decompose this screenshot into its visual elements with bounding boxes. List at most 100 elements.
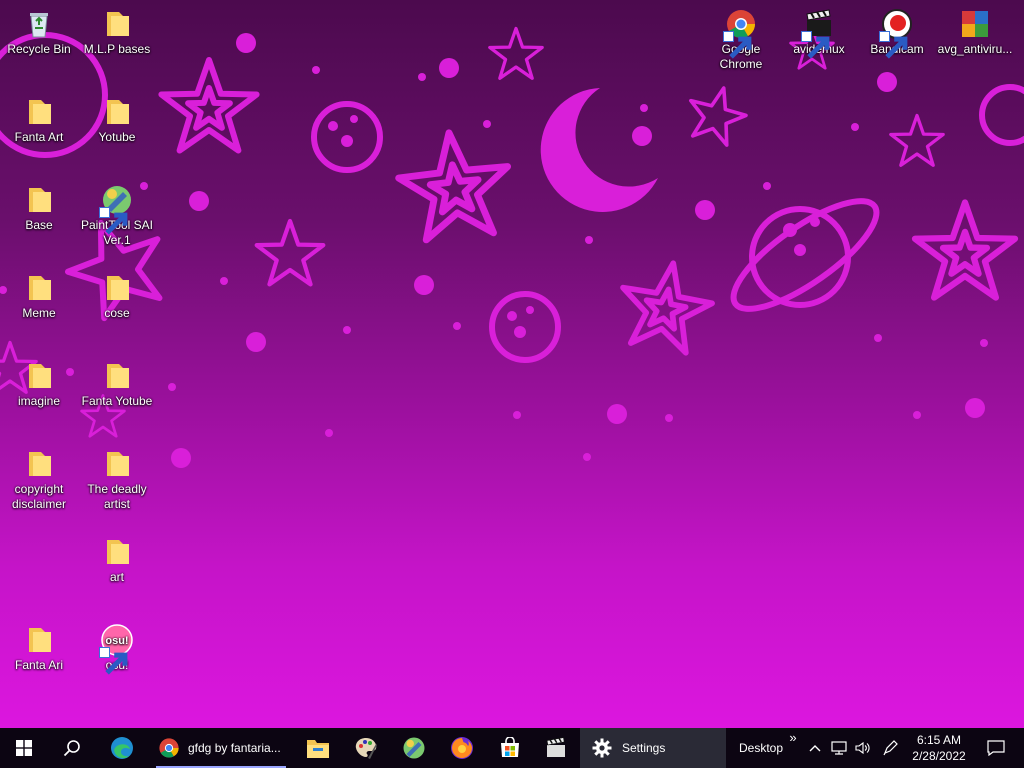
desktop-icon-label: copyright disclaimer xyxy=(11,482,66,511)
desktop-icon-label: Base xyxy=(25,218,53,232)
desktop-icon-painttool-sai[interactable]: PaintTool SAI Ver.1 xyxy=(78,184,156,248)
folder-icon xyxy=(101,360,133,392)
windows-start-icon xyxy=(16,740,32,756)
desktop-icon-label: avg_antiviru... xyxy=(937,42,1013,56)
desktop-icon-label: Meme xyxy=(22,306,56,320)
desktop-icon-label: Fanta Ari xyxy=(14,658,64,672)
chrome-icon xyxy=(723,8,757,59)
folder-icon xyxy=(101,448,133,480)
desktop-icon-label: cose xyxy=(104,306,130,320)
painttool-sai-icon xyxy=(403,737,425,759)
desktop-icon-imagine[interactable]: imagine xyxy=(0,360,78,409)
taskbar-avidemux-button[interactable] xyxy=(534,728,578,768)
taskbar-paint-button[interactable] xyxy=(342,728,390,768)
desktop-icon-fanta-ari[interactable]: Fanta Ari xyxy=(0,624,78,673)
settings-window-title: Settings xyxy=(622,741,666,755)
desktop-icon-the-deadly-artist[interactable]: The deadly artist xyxy=(78,448,156,512)
shortcut-arrow-icon xyxy=(801,31,830,59)
bandicam-icon xyxy=(879,8,913,59)
taskbar: gfdg by fantaria... Settings Desktop » 6 xyxy=(0,728,1024,768)
desktop-toolbar[interactable]: Desktop xyxy=(732,728,790,768)
desktop-icon-label: Recycle Bin xyxy=(7,42,71,56)
osu-badge-text: osu! xyxy=(105,635,128,647)
desktop-icon-yotube[interactable]: Yotube xyxy=(78,96,156,145)
notification-icon xyxy=(987,740,1005,756)
desktop-icon-bandicam[interactable]: Bandicam xyxy=(858,8,936,59)
volume-button[interactable] xyxy=(852,728,874,768)
clock-date: 2/28/2022 xyxy=(912,749,966,763)
folder-icon xyxy=(23,272,55,304)
start-button[interactable] xyxy=(0,728,48,768)
desktop-icon-label: The deadly artist xyxy=(87,482,147,511)
taskbar-store-button[interactable] xyxy=(486,728,534,768)
paint-icon xyxy=(355,738,377,759)
taskbar-sai-button[interactable] xyxy=(390,728,438,768)
taskbar-firefox-button[interactable] xyxy=(438,728,486,768)
shortcut-arrow-icon xyxy=(723,31,752,59)
desktop-icon-avidemux[interactable]: avidemux xyxy=(780,8,858,59)
desktop-icon-label: Fanta Art xyxy=(14,130,64,144)
folder-icon xyxy=(23,184,55,216)
desktop-icon-avg-antivirus[interactable]: avg_antiviru... xyxy=(936,8,1014,57)
painttool-sai-icon xyxy=(99,184,133,235)
shortcut-arrow-icon xyxy=(879,31,908,59)
desktop-icon-fanta-yotube[interactable]: Fanta Yotube xyxy=(78,360,156,409)
desktop-toolbar-label: Desktop xyxy=(738,741,784,755)
pen-workspace-button[interactable] xyxy=(878,728,902,768)
desktop-icon-mlp-bases[interactable]: M.L.P bases xyxy=(78,8,156,57)
avg-antivirus-icon xyxy=(959,8,991,40)
folder-icon xyxy=(101,536,133,568)
firefox-icon xyxy=(451,737,473,759)
gear-icon xyxy=(592,738,612,758)
desktop-icon-label: art xyxy=(109,570,124,584)
chrome-window-title: gfdg by fantaria... xyxy=(188,741,281,755)
clock-time: 6:15 AM xyxy=(916,733,962,747)
microsoft-store-icon xyxy=(501,737,519,757)
search-icon xyxy=(63,740,80,757)
shortcut-arrow-icon xyxy=(99,207,128,235)
osu-icon: osu! xyxy=(99,624,133,675)
chevron-up-icon xyxy=(809,745,821,752)
desktop-icon-osu[interactable]: osu! osu! xyxy=(78,624,156,675)
desktop-icon-label: Fanta Yotube xyxy=(81,394,153,408)
desktop-icon-cose[interactable]: cose xyxy=(78,272,156,321)
desktop-icon-label: M.L.P bases xyxy=(83,42,151,56)
file-explorer-icon xyxy=(307,740,329,758)
folder-icon xyxy=(23,360,55,392)
clock[interactable]: 6:15 AM 2/28/2022 xyxy=(904,728,974,768)
desktop[interactable]: Recycle Bin Fanta Art Base Meme imagine … xyxy=(0,0,1024,728)
folder-icon xyxy=(101,272,133,304)
chevron-double-right-icon: » xyxy=(789,730,797,745)
taskbar-settings-window[interactable]: Settings xyxy=(580,728,726,768)
shortcut-arrow-icon xyxy=(99,647,128,675)
speaker-icon xyxy=(855,741,870,755)
pen-icon xyxy=(883,740,898,756)
folder-icon xyxy=(23,624,55,656)
network-icon xyxy=(831,741,847,755)
desktop-icon-art[interactable]: art xyxy=(78,536,156,585)
search-button[interactable] xyxy=(48,728,96,768)
desktop-icon-label: Yotube xyxy=(98,130,136,144)
show-hidden-icons-button[interactable] xyxy=(804,728,826,768)
folder-icon xyxy=(101,96,133,128)
toolbar-overflow-button[interactable]: » xyxy=(786,728,800,770)
taskbar-file-explorer-button[interactable] xyxy=(294,728,342,768)
folder-icon xyxy=(101,8,133,40)
avidemux-icon xyxy=(546,737,565,757)
desktop-icon-label: imagine xyxy=(17,394,61,408)
desktop-icon-recycle-bin[interactable]: Recycle Bin xyxy=(0,8,78,57)
taskbar-chrome-window[interactable]: gfdg by fantaria... xyxy=(152,728,290,768)
action-center-button[interactable] xyxy=(976,728,1016,768)
desktop-icon-google-chrome[interactable]: Google Chrome xyxy=(702,8,780,72)
desktop-icon-copyright-disclaimer[interactable]: copyright disclaimer xyxy=(0,448,78,512)
desktop-icon-fanta-art[interactable]: Fanta Art xyxy=(0,96,78,145)
desktop-icon-base[interactable]: Base xyxy=(0,184,78,233)
avidemux-icon xyxy=(801,8,835,59)
chrome-icon xyxy=(159,738,179,758)
network-button[interactable] xyxy=(828,728,850,768)
recycle-bin-icon xyxy=(23,8,55,40)
taskbar-edge-button[interactable] xyxy=(98,728,146,768)
edge-icon xyxy=(111,737,133,759)
desktop-icon-meme[interactable]: Meme xyxy=(0,272,78,321)
folder-icon xyxy=(23,448,55,480)
